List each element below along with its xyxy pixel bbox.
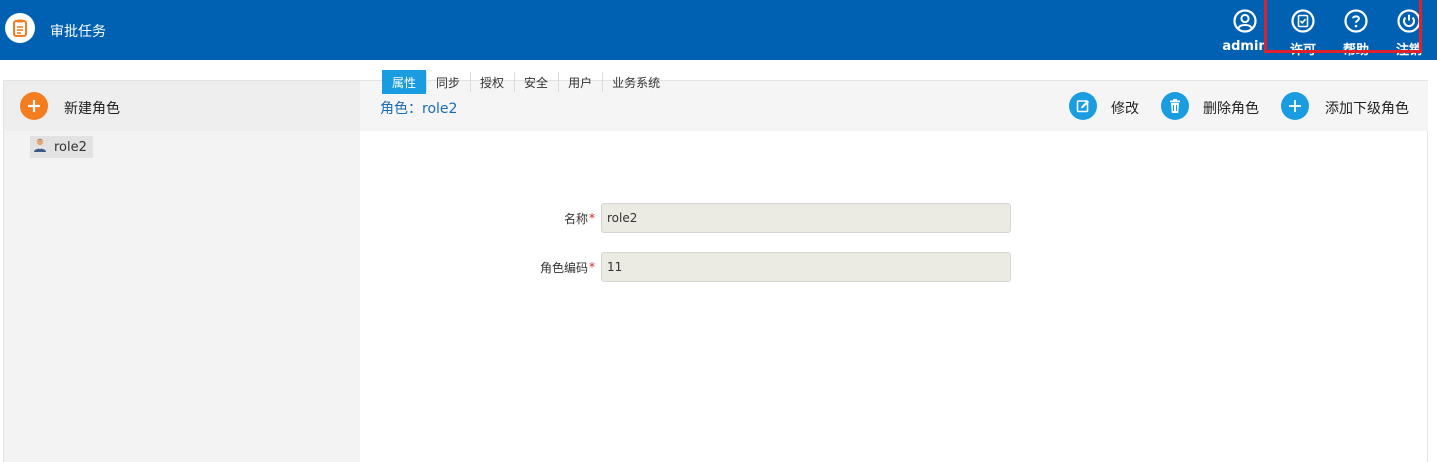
app-title: 审批任务 [50,24,106,40]
code-required-mark: * [589,260,595,274]
user-circle-icon [1232,8,1258,34]
delete-role-label: 删除角色 [1203,101,1259,117]
tree-item-role2[interactable]: role2 [30,136,93,158]
role-tree-panel: 新建角色 role2 [4,81,360,462]
name-label: 名称 [563,212,588,226]
edit-icon [1069,92,1097,120]
code-input[interactable] [601,252,1011,282]
top-bar: 审批任务 admin 许可 帮助 注销 [0,0,1437,60]
tree-item-label: role2 [54,139,87,155]
code-row: 角色编码 * [500,252,1015,282]
name-input[interactable] [601,203,1011,233]
name-required-mark: * [589,211,595,225]
edit-button[interactable]: 修改 [1069,81,1149,131]
tab-sync[interactable]: 同步 [426,70,470,94]
plus-icon [1281,92,1309,120]
plus-icon [20,92,48,120]
app-logo-icon [5,13,35,43]
user-avatar-icon [32,137,48,157]
highlight-annotation-box [1264,0,1422,53]
name-row: 名称 * [500,203,1015,233]
trash-icon [1161,92,1189,120]
new-role-button[interactable]: 新建角色 [4,81,360,131]
delete-role-button[interactable]: 删除角色 [1161,81,1263,131]
detail-tabs: 属性 同步 授权 安全 用户 业务系统 [382,70,670,94]
tab-authorization[interactable]: 授权 [470,70,514,94]
user-admin-label: admin [1222,39,1268,54]
add-child-role-label: 添加下级角色 [1325,101,1409,117]
code-label: 角色编码 [539,261,588,275]
edit-label: 修改 [1111,101,1139,117]
tab-security[interactable]: 安全 [514,70,558,94]
new-role-label: 新建角色 [64,101,120,117]
tab-users[interactable]: 用户 [558,70,602,94]
role-title: 角色：role2 [380,101,458,117]
tab-business-systems[interactable]: 业务系统 [602,70,670,94]
tab-properties[interactable]: 属性 [382,70,427,94]
add-child-role-button[interactable]: 添加下级角色 [1281,81,1416,131]
